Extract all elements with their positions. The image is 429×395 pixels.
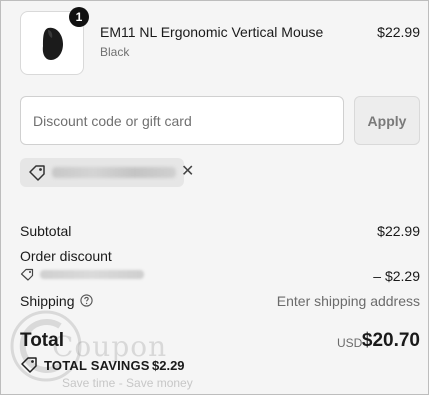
- remove-discount-icon[interactable]: ✕: [181, 164, 194, 180]
- quantity-badge: 1: [69, 7, 89, 27]
- total-savings-label: TOTAL SAVINGS: [44, 358, 150, 373]
- order-discount-value: – $2.29: [373, 268, 420, 284]
- mouse-image: [42, 27, 63, 61]
- shipping-value: Enter shipping address: [276, 293, 420, 309]
- savings-tag-icon: [21, 357, 37, 373]
- total-value: $20.70: [361, 330, 420, 351]
- total-savings-value: $2.29: [152, 358, 185, 373]
- order-discount-label: Order discount: [20, 248, 112, 264]
- product-variant: Black: [100, 45, 130, 59]
- redacted-discount-code: [52, 167, 176, 178]
- shipping-label: Shipping: [20, 293, 75, 309]
- discount-tag-icon: [20, 268, 34, 281]
- help-icon[interactable]: [80, 294, 93, 307]
- apply-button[interactable]: Apply: [354, 96, 420, 145]
- product-name: EM11 NL Ergonomic Vertical Mouse: [100, 24, 324, 40]
- subtotal-label: Subtotal: [20, 223, 72, 239]
- product-price: $22.99: [377, 24, 420, 40]
- subtotal-value: $22.99: [377, 223, 420, 239]
- tag-icon: [29, 165, 45, 181]
- applied-discount-chip: ✕: [20, 158, 194, 187]
- total-label: Total: [20, 330, 64, 351]
- redacted-discount-code-line: [40, 270, 144, 279]
- discount-code-input[interactable]: [20, 96, 344, 145]
- currency-code: USD: [337, 336, 363, 350]
